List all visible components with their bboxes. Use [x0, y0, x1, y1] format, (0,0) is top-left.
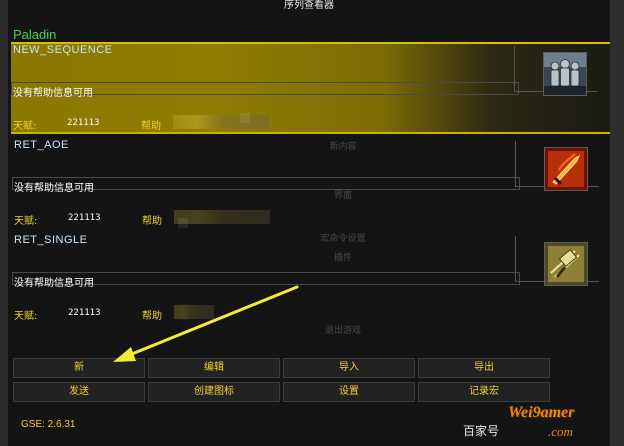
- new-button[interactable]: 新: [13, 358, 145, 378]
- sequence-name: RET_SINGLE: [14, 234, 88, 246]
- talent-label: 天赋:: [14, 311, 38, 322]
- background-shape: [178, 218, 188, 228]
- import-button[interactable]: 导入: [283, 358, 415, 378]
- version-label: GSE: 2.6.31: [21, 419, 76, 430]
- blurred-help-url: [174, 210, 270, 224]
- sequence-panel-ret-single[interactable]: RET_SINGLE 没有帮助信息可用 天赋: 221113 帮助: [12, 232, 610, 324]
- sequence-icon-frame: [514, 46, 598, 96]
- talent-label: 天赋:: [14, 216, 38, 227]
- window-title: 序列查看器: [284, 0, 334, 11]
- record-macro-button[interactable]: 记录宏: [418, 382, 550, 402]
- class-name-label: Paladin: [13, 27, 57, 42]
- watermark-logo-suffix: .com: [548, 424, 573, 439]
- sequence-viewer-window: 序列查看器 Paladin 新内容 界面 宏命令设置 插件 退出游戏 NEW_S…: [8, 0, 610, 446]
- sequence-name: NEW_SEQUENCE: [13, 44, 113, 56]
- sequence-help-text: 没有帮助信息可用: [14, 183, 94, 194]
- create-icon-button[interactable]: 创建图标: [148, 382, 280, 402]
- watermark-logo: Wei9amer: [508, 404, 575, 421]
- background-shape: [240, 113, 250, 123]
- export-button[interactable]: 导出: [418, 358, 550, 378]
- sequence-icon-frame: [515, 236, 599, 286]
- hammer-strike-icon[interactable]: [544, 242, 588, 286]
- sequence-help-text: 没有帮助信息可用: [14, 278, 94, 289]
- help-label: 帮助: [142, 216, 162, 227]
- watermark-text: 百家号: [463, 424, 500, 438]
- sequence-help-text: 没有帮助信息可用: [13, 88, 93, 99]
- sequence-icon-frame: [515, 141, 599, 191]
- settings-button[interactable]: 设置: [283, 382, 415, 402]
- flaming-sword-icon[interactable]: [544, 147, 588, 191]
- help-label: 帮助: [141, 121, 161, 132]
- blurred-help-url: [174, 305, 214, 319]
- edit-button[interactable]: 编辑: [148, 358, 280, 378]
- help-label: 帮助: [142, 311, 162, 322]
- talent-value: 221113: [68, 308, 101, 318]
- paladin-group-icon[interactable]: [543, 52, 587, 96]
- talent-value: 221113: [67, 118, 100, 128]
- blurred-help-url: [173, 115, 269, 129]
- sequence-name: RET_AOE: [14, 139, 69, 151]
- talent-label: 天赋:: [13, 121, 37, 132]
- background-right-strip: [610, 0, 624, 446]
- talent-value: 221113: [68, 213, 101, 223]
- background-menu-item: 退出游戏: [324, 326, 361, 336]
- sequence-panel-new-sequence[interactable]: NEW_SEQUENCE 没有帮助信息可用 天赋: 221113 帮助: [11, 42, 610, 134]
- sequence-panel-ret-aoe[interactable]: RET_AOE 没有帮助信息可用 天赋: 221113 帮助: [12, 137, 610, 229]
- selection-border-bottom: [11, 132, 610, 134]
- background-left-strip: [0, 0, 8, 446]
- send-button[interactable]: 发送: [13, 382, 145, 402]
